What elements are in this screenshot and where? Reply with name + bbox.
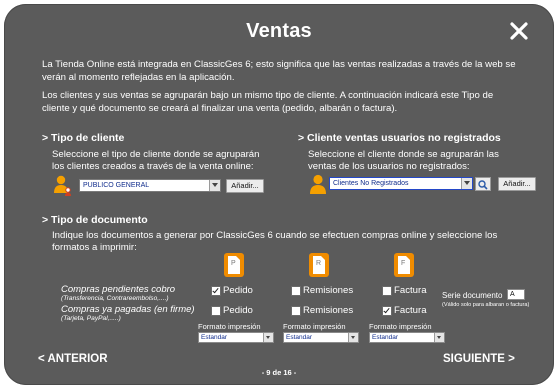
remision-icon-letter: R: [316, 260, 321, 267]
pending-payment-sublabel: (Transferencia, Contrareembolso,....): [61, 295, 169, 302]
paid-pedido-checkbox[interactable]: [211, 306, 221, 316]
pedido-document-icon: P: [223, 252, 245, 278]
previous-button[interactable]: < ANTERIOR: [38, 353, 108, 365]
format-select-pedido-value: Estandar: [201, 334, 228, 341]
format-select-factura-value: Estandar: [372, 334, 399, 341]
search-icon: [478, 180, 488, 190]
serie-documento-label: Serie documento: [442, 291, 503, 300]
format-label-factura: Formato impresión: [369, 322, 432, 331]
format-select-factura[interactable]: Estandar: [369, 332, 445, 343]
unregistered-client-select[interactable]: Clientes No Registrados: [329, 177, 473, 190]
chevron-down-icon[interactable]: [461, 178, 472, 189]
paid-factura-label: Factura: [394, 305, 427, 316]
pedido-icon-letter: P: [231, 260, 236, 267]
unregistered-heading: > Cliente ventas usuarios no registrados: [298, 132, 501, 144]
remision-document-icon: R: [308, 252, 330, 278]
unregistered-client-select-value: Clientes No Registrados: [333, 180, 409, 187]
document-type-heading: > Tipo de documento: [42, 214, 148, 226]
pending-factura-checkbox[interactable]: [382, 286, 392, 296]
next-button[interactable]: SIGUIENTE >: [443, 353, 515, 365]
serie-documento-input[interactable]: A: [507, 289, 525, 300]
format-label-pedido: Formato impresión: [198, 322, 261, 331]
page-indicator: - 9 de 16 -: [261, 368, 297, 377]
serie-documento-note: (Válido solo para albaran o factura): [442, 302, 530, 308]
document-type-description: Indique los documentos a generar por Cla…: [52, 230, 498, 253]
chevron-down-icon[interactable]: [209, 180, 220, 191]
search-client-button[interactable]: [475, 177, 491, 191]
paid-factura-checkbox[interactable]: [382, 306, 392, 316]
pending-pedido-label: Pedido: [223, 285, 253, 296]
dialog-title: Ventas: [246, 20, 312, 42]
client-type-heading: > Tipo de cliente: [42, 132, 125, 144]
pending-payment-label: Compras pendientes cobro: [61, 284, 176, 295]
intro-paragraph-2: Los clientes y sus ventas se agruparán b…: [42, 90, 494, 114]
pending-remisiones-checkbox[interactable]: [291, 286, 301, 296]
pending-pedido-checkbox[interactable]: [211, 286, 221, 296]
paid-remisiones-checkbox[interactable]: [291, 306, 301, 316]
paid-sublabel: (Tarjeta, PayPal,.....): [61, 315, 121, 322]
paid-pedido-label: Pedido: [223, 305, 253, 316]
sales-setup-dialog: Ventas La Tienda Online está integrada e…: [4, 4, 554, 385]
chevron-down-icon[interactable]: [434, 333, 444, 342]
factura-icon-letter: F: [401, 260, 405, 267]
client-type-add-button[interactable]: Añadir...: [226, 179, 264, 193]
close-icon[interactable]: [508, 20, 530, 42]
unregistered-add-button[interactable]: Añadir...: [498, 177, 536, 191]
unregistered-user-icon: [309, 174, 329, 196]
unregistered-description: Seleccione el cliente donde se agruparán…: [308, 149, 499, 172]
chevron-down-icon[interactable]: [263, 333, 273, 342]
format-label-remisiones: Formato impresión: [283, 322, 346, 331]
format-select-remisiones[interactable]: Estandar: [283, 332, 359, 343]
format-select-pedido[interactable]: Estandar: [198, 332, 274, 343]
client-type-description: Seleccione el tipo de cliente donde se a…: [52, 149, 260, 172]
format-select-remisiones-value: Estandar: [286, 334, 313, 341]
paid-label: Compras ya pagadas (en firme): [61, 304, 195, 315]
client-type-select-value: PUBLICO GENERAL: [83, 182, 150, 189]
paid-remisiones-label: Remisiones: [303, 305, 354, 316]
chevron-down-icon[interactable]: [348, 333, 358, 342]
pending-remisiones-label: Remisiones: [303, 285, 354, 296]
client-type-select[interactable]: PUBLICO GENERAL: [79, 179, 221, 192]
intro-paragraph-1: La Tienda Online está integrada en Class…: [42, 59, 516, 83]
user-group-icon: [53, 175, 73, 197]
pending-factura-label: Factura: [394, 285, 427, 296]
factura-document-icon: F: [393, 252, 415, 278]
